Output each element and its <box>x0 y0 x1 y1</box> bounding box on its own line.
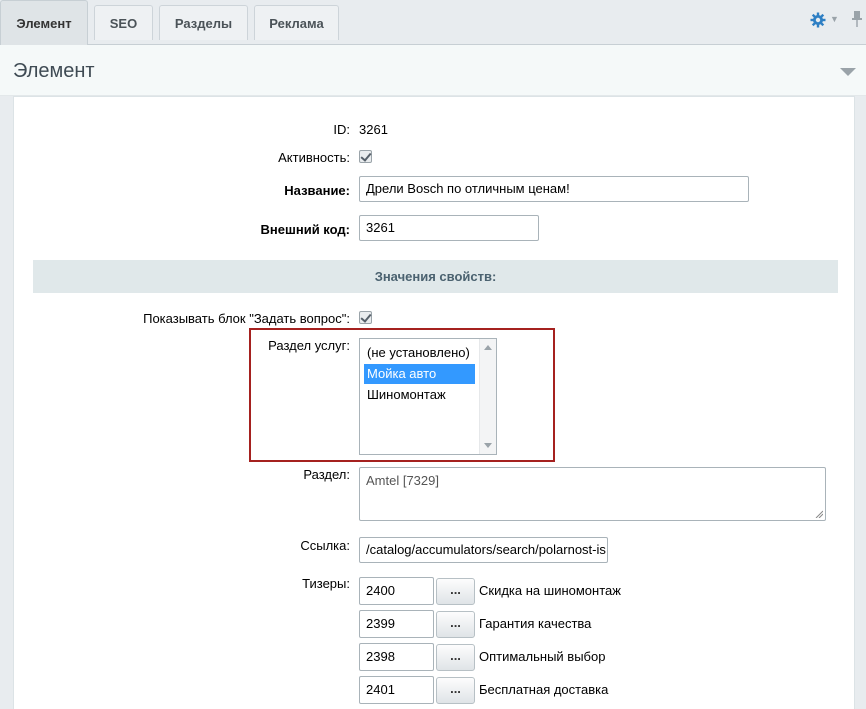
services-label: Раздел услуг: <box>268 338 350 353</box>
teaser-name: Бесплатная доставка <box>479 682 609 697</box>
teaser-id-field[interactable]: 2399 <box>359 610 434 638</box>
services-option-none[interactable]: (не установлено) <box>364 343 473 363</box>
panel-title: Элемент <box>13 60 95 82</box>
id-value: 3261 <box>359 122 388 137</box>
gear-icon[interactable] <box>810 12 826 28</box>
teaser-id-field[interactable]: 2398 <box>359 643 434 671</box>
xml-id-label: Внешний код: <box>260 222 350 237</box>
teaser-name: Гарантия качества <box>479 616 592 631</box>
ask-question-checkbox[interactable] <box>359 311 372 324</box>
link-field[interactable]: /catalog/accumulators/search/polarnost-i… <box>359 537 608 563</box>
section-textarea[interactable]: Amtel [7329] <box>359 467 826 521</box>
link-label: Ссылка: <box>300 538 350 553</box>
properties-section-header: Значения свойств: <box>33 260 838 293</box>
xml-id-field[interactable]: 3261 <box>359 215 539 241</box>
active-checkbox[interactable] <box>359 150 372 163</box>
name-label: Название: <box>284 183 350 198</box>
section-label: Раздел: <box>303 467 350 482</box>
listbox-scrollbar[interactable] <box>479 339 496 454</box>
teaser-select-button[interactable]: ... <box>436 611 475 638</box>
scroll-up-icon[interactable] <box>484 345 492 350</box>
teaser-name: Оптимальный выбор <box>479 649 606 664</box>
teaser-id-field[interactable]: 2401 <box>359 676 434 704</box>
active-label: Активность: <box>278 150 350 165</box>
name-field[interactable]: Дрели Bosch по отличным ценам! <box>359 176 749 202</box>
resize-handle-icon[interactable] <box>815 510 823 518</box>
teasers-label: Тизеры: <box>302 576 350 591</box>
services-option-tire-service[interactable]: Шиномонтаж <box>364 385 449 405</box>
tab-advertising[interactable]: Реклама <box>254 5 339 40</box>
id-label: ID: <box>333 122 350 137</box>
scroll-down-icon[interactable] <box>484 443 492 448</box>
teaser-select-button[interactable]: ... <box>436 644 475 671</box>
section-value: Amtel [7329] <box>366 473 439 488</box>
services-listbox[interactable]: (не установлено) Мойка авто Шиномонтаж <box>359 338 497 455</box>
pin-icon[interactable] <box>850 10 864 28</box>
tab-sections[interactable]: Разделы <box>159 5 248 40</box>
teaser-id-field[interactable]: 2400 <box>359 577 434 605</box>
services-option-carwash[interactable]: Мойка авто <box>364 364 475 384</box>
teaser-select-button[interactable]: ... <box>436 677 475 704</box>
collapse-icon[interactable] <box>840 68 856 76</box>
chevron-down-icon[interactable]: ▼ <box>830 14 839 24</box>
teaser-name: Скидка на шиномонтаж <box>479 583 621 598</box>
ask-question-label: Показывать блок "Задать вопрос": <box>143 311 350 326</box>
tab-seo[interactable]: SEO <box>94 5 153 40</box>
panel-header <box>0 45 866 96</box>
tab-element[interactable]: Элемент <box>0 0 88 45</box>
teaser-select-button[interactable]: ... <box>436 578 475 605</box>
